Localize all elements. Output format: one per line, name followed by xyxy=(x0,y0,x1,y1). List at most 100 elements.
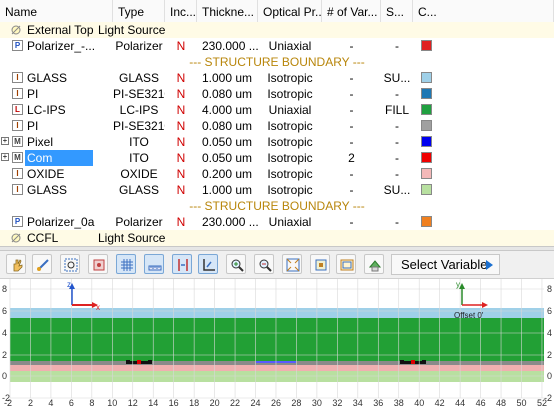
layer-type-i-icon: I xyxy=(12,72,23,83)
variable-count: - xyxy=(349,39,354,53)
x-tick-label: 34 xyxy=(353,398,363,408)
y-tick-label-left: 4 xyxy=(2,328,7,338)
electrode-node xyxy=(411,360,415,364)
column-header-1[interactable]: Type xyxy=(113,0,165,24)
layer-color-swatch[interactable] xyxy=(421,152,432,163)
incoherent-flag: N xyxy=(176,215,186,229)
surface-setting: - xyxy=(395,39,399,53)
fit-all-button[interactable] xyxy=(310,254,330,274)
variable-count: 2 xyxy=(348,151,355,165)
surface-setting: SU... xyxy=(383,183,411,197)
layer-color-swatch[interactable] xyxy=(421,88,432,99)
layer-type-i-icon: I xyxy=(12,168,23,179)
y-tick-label-right: 2 xyxy=(547,350,552,360)
hand-button[interactable] xyxy=(6,254,26,274)
oxide-layer-band xyxy=(10,365,544,371)
surface-setting: - xyxy=(395,119,399,133)
layer-name: LC-IPS xyxy=(27,103,66,117)
expand-icon[interactable]: + xyxy=(1,137,9,145)
zoom-in-icon xyxy=(231,259,244,272)
surface-setting: - xyxy=(395,135,399,149)
table-row[interactable]: I PI PI-SE3210 N 0.080 um Isotropic - - xyxy=(0,118,554,134)
table-row[interactable]: + M Pixel ITO N 0.050 um Isotropic - - xyxy=(0,134,554,150)
incoherent-flag: N xyxy=(176,167,186,181)
layer-thickness: 230.000 ... xyxy=(202,39,259,53)
column-header-0[interactable]: Name xyxy=(0,0,113,24)
incoherent-flag: N xyxy=(176,135,186,149)
table-row[interactable]: P Polarizer_0a Polarizer N 230.000 ... Uniaxi… xyxy=(0,214,554,230)
variable-count: - xyxy=(349,71,354,85)
layer-color-swatch[interactable] xyxy=(421,184,432,195)
layer-type: PI-SE3210 xyxy=(113,119,165,133)
table-row[interactable]: I GLASS GLASS N 1.000 um Isotropic - SU... xyxy=(0,182,554,198)
column-header-2[interactable]: Inc... xyxy=(165,0,197,24)
frame-button[interactable] xyxy=(336,254,356,274)
structure-plot[interactable]: -2 2 4 6 8 10 12 14 16 18 20 22 24 26 28 30 32 34 36 38 40 42… xyxy=(0,279,554,409)
grid-button[interactable] xyxy=(116,254,136,274)
layer-color-swatch[interactable] xyxy=(421,120,432,131)
optical-property: Isotropic xyxy=(267,151,313,165)
table-row[interactable]: P Polarizer_-... Polarizer N 230.000 ... Unia… xyxy=(0,38,554,54)
table-row[interactable]: I OXIDE OXIDE N 0.200 um Isotropic - - xyxy=(0,166,554,182)
zoom-line-button[interactable] xyxy=(32,254,52,274)
column-header-4[interactable]: Optical Pr... xyxy=(258,0,322,24)
layer-type-i-icon: I xyxy=(12,88,23,99)
column-header-6[interactable]: S... xyxy=(381,0,413,24)
light-source-row[interactable]: CCFL Light Source xyxy=(0,230,554,246)
zoom-in-button[interactable] xyxy=(226,254,246,274)
x-tick-label: 38 xyxy=(394,398,404,408)
variable-count: - xyxy=(349,103,354,117)
vertical-bounds-button[interactable] xyxy=(172,254,192,274)
layer-type-i-icon: I xyxy=(12,184,23,195)
table-row[interactable]: L LC-IPS LC-IPS N 4.000 um Uniaxial - FILL xyxy=(0,102,554,118)
ruler-button[interactable] xyxy=(144,254,164,274)
layer-name: Com xyxy=(25,150,93,166)
layer-thickness: 0.200 um xyxy=(202,167,253,181)
layer-thickness: 0.080 um xyxy=(202,87,253,101)
layer-thickness: 0.050 um xyxy=(202,135,253,149)
x-tick-label: 14 xyxy=(148,398,158,408)
light-source-row[interactable]: External Top Light Source xyxy=(0,22,554,38)
select-variable-button[interactable]: Select Variable xyxy=(391,254,500,275)
layer-color-swatch[interactable] xyxy=(421,168,432,179)
optical-property: Uniaxial xyxy=(268,215,312,229)
table-row[interactable]: + M Com ITO N 0.050 um Isotropic 2 - xyxy=(0,150,554,166)
layer-color-swatch[interactable] xyxy=(421,104,432,115)
x-tick-label: 36 xyxy=(373,398,383,408)
table-row[interactable]: I GLASS GLASS N 1.000 um Isotropic - SU... xyxy=(0,70,554,86)
x-tick-label: 48 xyxy=(496,398,506,408)
plot-toolbar: Select Variable xyxy=(0,251,554,279)
zoom-region-icon xyxy=(64,258,78,272)
layer-color-swatch[interactable] xyxy=(421,136,432,147)
y-tick-label-right: 0 xyxy=(547,371,552,381)
x-tick-label: 2 xyxy=(28,398,33,408)
zoom-out-button[interactable] xyxy=(254,254,274,274)
structure-plot-canvas: -2 2 4 6 8 10 12 14 16 18 20 22 24 26 28 30 32 34 36 38 40 42… xyxy=(2,279,552,408)
layer-color-swatch[interactable] xyxy=(421,40,432,51)
incoherent-flag: N xyxy=(176,103,186,117)
expand-icon[interactable]: + xyxy=(1,153,9,161)
layer-thickness: 230.000 ... xyxy=(202,215,259,229)
incoherent-flag: N xyxy=(176,39,186,53)
optical-property: Isotropic xyxy=(267,135,313,149)
x-tick-label: 30 xyxy=(312,398,322,408)
layer-stack-table: Name Type Inc... Thickne... Optical Pr... # o… xyxy=(0,0,554,246)
variable-count: - xyxy=(349,135,354,149)
fit-button[interactable] xyxy=(282,254,302,274)
x-tick-label: 32 xyxy=(332,398,342,408)
axes-button[interactable] xyxy=(198,254,218,274)
vertical-bounds-icon xyxy=(178,259,188,271)
column-header-3[interactable]: Thickne... xyxy=(197,0,258,24)
layer-color-swatch[interactable] xyxy=(421,216,432,227)
x-tick-label: 50 xyxy=(516,398,526,408)
layer-thickness: 0.050 um xyxy=(202,151,253,165)
y-tick-label-right: 4 xyxy=(547,328,552,338)
export-button[interactable] xyxy=(364,254,384,274)
center-button[interactable] xyxy=(88,254,108,274)
layer-color-swatch[interactable] xyxy=(421,72,432,83)
zoom-region-button[interactable] xyxy=(60,254,80,274)
x-tick-label: 40 xyxy=(414,398,424,408)
table-row[interactable]: I PI PI-SE3210 N 0.080 um Isotropic - - xyxy=(0,86,554,102)
column-header-7[interactable]: C... xyxy=(413,0,554,24)
column-header-5[interactable]: # of Var... xyxy=(322,0,381,24)
